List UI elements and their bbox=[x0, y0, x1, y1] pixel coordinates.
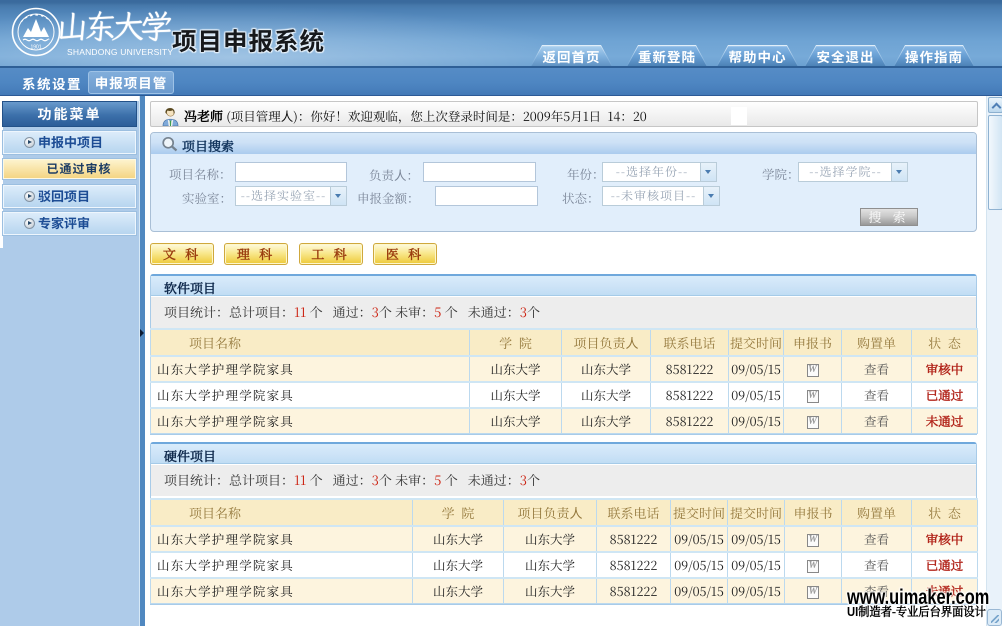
svg-text:1901: 1901 bbox=[30, 45, 41, 51]
